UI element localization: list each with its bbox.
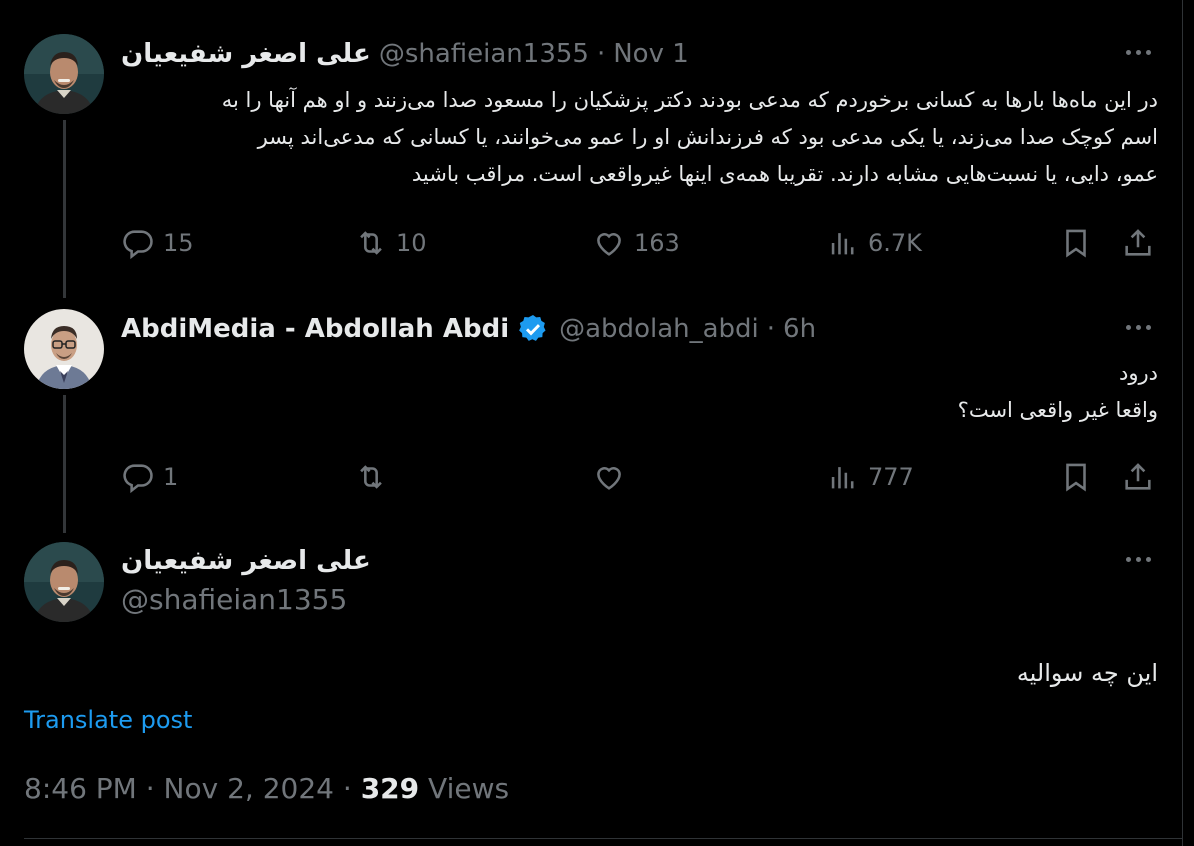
views-button[interactable]: 6.7K xyxy=(826,223,922,263)
tweet-reply[interactable]: AbdiMedia - Abdollah Abdi @abdolah_abdi … xyxy=(0,300,1182,535)
repost-count: 10 xyxy=(396,229,427,257)
tweet-date[interactable]: Nov 2, 2024 xyxy=(164,772,334,805)
bookmark-button[interactable] xyxy=(1059,457,1093,497)
share-icon xyxy=(1125,463,1151,490)
text-line: در این ماه‌ها بارها به کسانی برخوردم که … xyxy=(221,88,1158,112)
like-count: 163 xyxy=(634,229,680,257)
tweet-parent[interactable]: علی اصغر شفیعیان @shafieian1355 · Nov 1 … xyxy=(0,0,1182,300)
tweet-header: AbdiMedia - Abdollah Abdi @abdolah_abdi … xyxy=(121,309,1158,349)
repost-icon xyxy=(360,465,382,489)
tweet-time[interactable]: 8:46 PM xyxy=(24,772,137,805)
views-count: 6.7K xyxy=(868,229,922,257)
action-bar: 15 10 163 6.7K xyxy=(121,223,1161,263)
author-name[interactable]: علی اصغر شفیعیان xyxy=(121,39,371,69)
text-line: واقعا غیر واقعی است؟ xyxy=(957,398,1158,422)
author-name[interactable]: AbdiMedia - Abdollah Abdi xyxy=(121,314,509,344)
author-name[interactable]: علی اصغر شفیعیان xyxy=(121,546,371,576)
like-button[interactable]: 163 xyxy=(592,223,680,263)
author-handle[interactable]: @shafieian1355 xyxy=(121,583,347,616)
author-handle[interactable]: @abdolah_abdi xyxy=(559,314,759,344)
right-border xyxy=(1182,0,1194,846)
tweet-header: علی اصغر شفیعیان @shafieian1355 · Nov 1 xyxy=(121,34,1158,74)
separator: · xyxy=(342,772,352,805)
views-button[interactable]: 777 xyxy=(826,457,914,497)
reply-icon xyxy=(123,464,153,494)
more-icon[interactable] xyxy=(1118,40,1158,64)
repost-icon xyxy=(360,231,382,255)
tweet-text: این چه سوالیه xyxy=(1016,659,1158,687)
views-icon xyxy=(831,233,854,255)
tweet-date[interactable]: Nov 1 xyxy=(613,39,689,69)
share-button[interactable] xyxy=(1121,457,1155,497)
like-button[interactable] xyxy=(592,457,626,497)
reply-button[interactable]: 1 xyxy=(121,457,178,497)
reply-button[interactable]: 15 xyxy=(121,223,194,263)
tweet-meta: 8:46 PM · Nov 2, 2024 · 329 Views xyxy=(24,772,509,805)
views-count: 777 xyxy=(868,463,914,491)
verified-badge-icon xyxy=(519,315,546,341)
reply-count: 15 xyxy=(163,229,194,257)
repost-button[interactable]: 10 xyxy=(354,223,427,263)
bookmark-button[interactable] xyxy=(1059,223,1093,263)
text-line: عمو، دایی، یا نسبت‌هایی مشابه دارند. تقر… xyxy=(411,162,1158,186)
bookmark-icon xyxy=(1066,229,1086,258)
like-icon xyxy=(597,233,621,256)
avatar[interactable] xyxy=(24,309,104,389)
tweet-text: درود واقعا غیر واقعی است؟ xyxy=(121,355,1158,429)
views-label: Views xyxy=(428,772,510,805)
like-icon xyxy=(597,467,621,490)
more-icon[interactable] xyxy=(1118,315,1158,339)
reply-count: 1 xyxy=(163,463,179,491)
tweet-header: علی اصغر شفیعیان xyxy=(121,541,1158,581)
share-button[interactable] xyxy=(1121,223,1155,263)
text-line: اسم کوچک صدا می‌زند، یا یکی مدعی بود که … xyxy=(257,125,1158,149)
tweet-date[interactable]: 6h xyxy=(783,314,816,344)
reply-icon xyxy=(123,230,153,260)
divider xyxy=(24,838,1182,839)
tweet-text: در این ماه‌ها بارها به کسانی برخوردم که … xyxy=(121,82,1158,193)
share-icon xyxy=(1125,229,1151,256)
author-handle[interactable]: @shafieian1355 xyxy=(379,39,589,69)
views-count[interactable]: 329 xyxy=(361,772,419,805)
text-line: درود xyxy=(1119,361,1158,385)
bookmark-icon xyxy=(1066,463,1086,492)
avatar[interactable] xyxy=(24,542,104,622)
more-icon[interactable] xyxy=(1118,547,1158,571)
separator: · xyxy=(145,772,155,805)
separator: · xyxy=(766,314,776,344)
views-icon xyxy=(831,467,854,489)
separator: · xyxy=(596,39,606,69)
translate-post-link[interactable]: Translate post xyxy=(24,706,192,734)
action-bar: 1 777 xyxy=(121,457,1161,497)
repost-button[interactable] xyxy=(354,457,388,497)
avatar[interactable] xyxy=(24,34,104,114)
